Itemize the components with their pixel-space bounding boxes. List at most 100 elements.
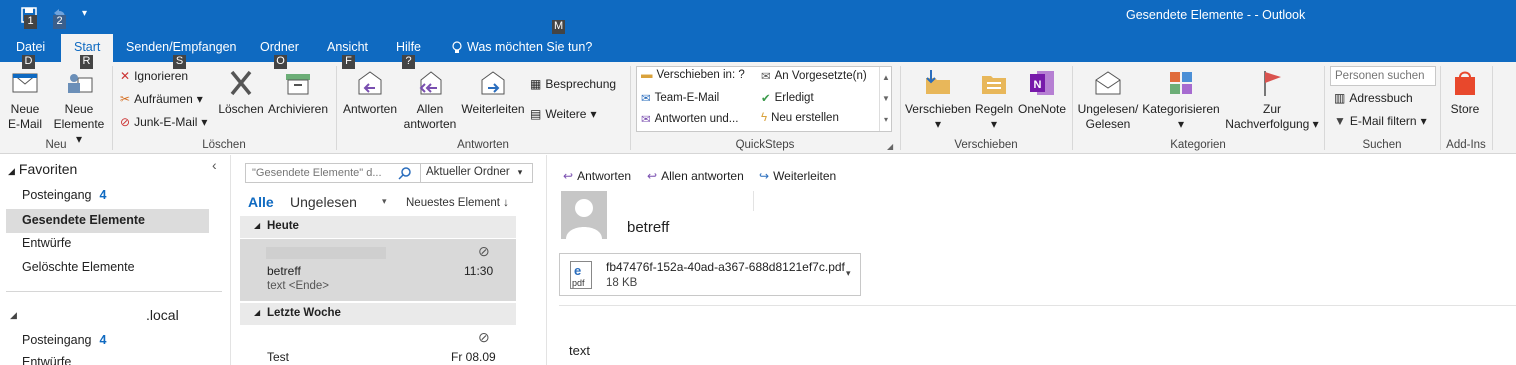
folder-entwuerfe[interactable]: Entwürfe: [22, 236, 71, 250]
tab-ansicht[interactable]: Ansicht: [327, 40, 368, 54]
forward-icon: [481, 71, 505, 95]
new-email-button[interactable]: Neue E-Mail: [4, 68, 46, 132]
collapse-pane-icon[interactable]: ‹: [212, 157, 217, 173]
group-header-letzte-woche[interactable]: ◢ Letzte Woche: [240, 303, 516, 325]
filter-all-tab[interactable]: Alle: [248, 194, 274, 210]
search-mail-input[interactable]: [246, 164, 396, 182]
folder-pane: ◢ Favoriten ‹ Posteingang 4 Gesendete Elem…: [0, 155, 228, 365]
reading-pane: ↩ Antworten ↩ Allen antworten ↪ Weiterleite…: [546, 155, 1516, 365]
separator: [112, 66, 113, 150]
to-manager-icon: ✉: [761, 71, 771, 83]
move-button[interactable]: Verschieben ▾: [904, 68, 972, 132]
onenote-button[interactable]: N OneNote: [1016, 68, 1068, 117]
tab-ordner[interactable]: Ordner: [260, 40, 299, 54]
separator: [1492, 66, 1493, 150]
separator: [1072, 66, 1073, 150]
account-collapse-icon[interactable]: ◢: [10, 310, 17, 321]
reply-icon: [358, 71, 382, 95]
store-button[interactable]: Store: [1444, 68, 1486, 117]
message-header-subject: betreff: [627, 219, 670, 236]
junk-button[interactable]: ⊘ Junk-E-Mail ▾: [120, 115, 207, 129]
message-body: text: [569, 343, 590, 358]
search-people-input[interactable]: [1330, 66, 1436, 86]
rules-icon: [982, 76, 1006, 94]
more-respond-button[interactable]: ▤ Weitere ▾: [530, 107, 597, 121]
filter-email-button[interactable]: ▼ E-Mail filtern ▾: [1334, 114, 1427, 128]
attachment-name: fb47476f-152a-40ad-a367-688d8121ef7c.pdf: [606, 260, 845, 274]
cleanup-icon: ✂: [120, 92, 131, 106]
junk-icon: ⊘: [120, 115, 131, 129]
ribbon: Neue E-Mail Neue Elemente ▾ Neu ✕ Ignoriere…: [0, 62, 1516, 154]
quickstep-create-new[interactable]: ϟ Neu erstellen: [761, 112, 839, 124]
move-folder-icon: [926, 70, 950, 94]
keytip-tellme: M: [552, 20, 566, 34]
address-book-button[interactable]: ▥ Adressbuch: [1334, 91, 1413, 105]
tab-hilfe[interactable]: Hilfe: [396, 40, 421, 54]
filter-icon: ▼: [1334, 114, 1346, 128]
window-title: Gesendete Elemente - - Outlook: [1126, 8, 1306, 22]
delete-button[interactable]: Löschen: [216, 68, 266, 117]
search-icon[interactable]: [398, 166, 412, 180]
filter-unread-tab[interactable]: Ungelesen: [290, 194, 357, 210]
unread-read-button[interactable]: Ungelesen/Gelesen: [1076, 68, 1140, 132]
tab-senden-empfangen[interactable]: Senden/Empfangen: [126, 40, 237, 54]
tell-me-search[interactable]: Was möchten Sie tun?: [467, 40, 592, 54]
ignore-icon: ✕: [120, 69, 131, 83]
group-label-quicksteps: QuickSteps: [735, 139, 795, 151]
keytip-ansicht: F: [342, 55, 355, 69]
folder-posteingang[interactable]: Posteingang 4: [22, 188, 106, 202]
qat-customize-icon[interactable]: ▾: [82, 8, 87, 19]
categorize-button[interactable]: Kategorisieren ▾: [1142, 68, 1220, 132]
message-time: 11:30: [464, 264, 494, 278]
folder-geloeschte-elemente[interactable]: Gelöschte Elemente: [22, 260, 135, 274]
folder-gesendete-elemente[interactable]: Gesendete Elemente: [22, 213, 145, 227]
filter-dropdown-icon[interactable]: ▾: [382, 196, 387, 207]
ignore-button[interactable]: ✕ Ignorieren: [120, 69, 188, 83]
account-folder-posteingang[interactable]: Posteingang 4: [22, 333, 106, 347]
group-header-heute[interactable]: ◢ Heute: [240, 216, 516, 238]
avatar: [561, 191, 607, 239]
followup-button[interactable]: Zur Nachverfolgung ▾: [1222, 68, 1322, 132]
categorize-icon: [1170, 72, 1192, 94]
account-name[interactable]: .local: [146, 307, 179, 323]
divider: [6, 291, 222, 292]
reply-action[interactable]: ↩ Antworten: [563, 169, 631, 183]
chevron-down-icon[interactable]: ▾: [846, 268, 851, 279]
cleanup-button[interactable]: ✂ Aufräumen ▾: [120, 92, 203, 106]
attachment-size: 18 KB: [606, 277, 638, 289]
favorites-header[interactable]: ◢ Favoriten: [8, 161, 77, 177]
new-items-button[interactable]: Neue Elemente ▾: [50, 68, 108, 147]
forward-action[interactable]: ↪ Weiterleiten: [759, 169, 836, 183]
quickstep-move-to[interactable]: ▬ Verschieben in: ?: [641, 69, 745, 81]
quicksteps-scroll[interactable]: ▲ ▼ ▾: [879, 67, 892, 131]
quickstep-team-email[interactable]: ✉ Team-E-Mail: [641, 91, 719, 105]
archive-button[interactable]: Archivieren: [266, 68, 330, 117]
keytip-ordner: O: [274, 55, 287, 69]
dialog-launcher-icon[interactable]: ◢: [887, 142, 893, 151]
forward-button[interactable]: Weiterleiten: [460, 68, 526, 117]
quickstep-reply-delete[interactable]: ✉ Antworten und...: [641, 112, 738, 126]
list-item-selected[interactable]: ⊘ betreff 11:30 text <Ende>: [240, 239, 516, 301]
sort-dropdown[interactable]: Neuestes Element ↓: [406, 197, 509, 209]
keytip-datei: D: [22, 55, 35, 69]
group-label-kategorien: Kategorien: [1170, 139, 1226, 151]
flag-icon: [1264, 71, 1281, 96]
unread-count: 4: [99, 188, 107, 202]
tab-datei[interactable]: Datei: [16, 40, 45, 54]
reply-button[interactable]: Antworten: [340, 68, 400, 117]
pdf-icon: e pdf: [570, 261, 592, 289]
account-folder-entwuerfe[interactable]: Entwürfe: [22, 355, 71, 365]
reply-all-action[interactable]: ↩ Allen antworten: [647, 169, 744, 183]
group-label-neu: Neu: [45, 139, 67, 151]
meeting-button[interactable]: ▦ Besprechung: [530, 77, 616, 91]
unread-count: 4: [99, 333, 107, 347]
rules-button[interactable]: Regeln ▾: [974, 68, 1014, 132]
address-book-icon: ▥: [1334, 91, 1346, 105]
more-icon: ▤: [530, 107, 542, 121]
quickstep-done[interactable]: ✔ Erledigt: [761, 91, 814, 105]
search-scope-dropdown[interactable]: Aktueller Ordner ▾: [426, 166, 522, 178]
attachment-card[interactable]: e pdf fb47476f-152a-40ad-a367-688d8121ef…: [559, 253, 861, 296]
reply-all-button[interactable]: Allen antworten: [402, 68, 458, 132]
list-item[interactable]: ⊘ Test Fr 08.09: [240, 326, 516, 365]
quickstep-to-manager[interactable]: ✉ An Vorgesetzte(n): [761, 69, 867, 83]
